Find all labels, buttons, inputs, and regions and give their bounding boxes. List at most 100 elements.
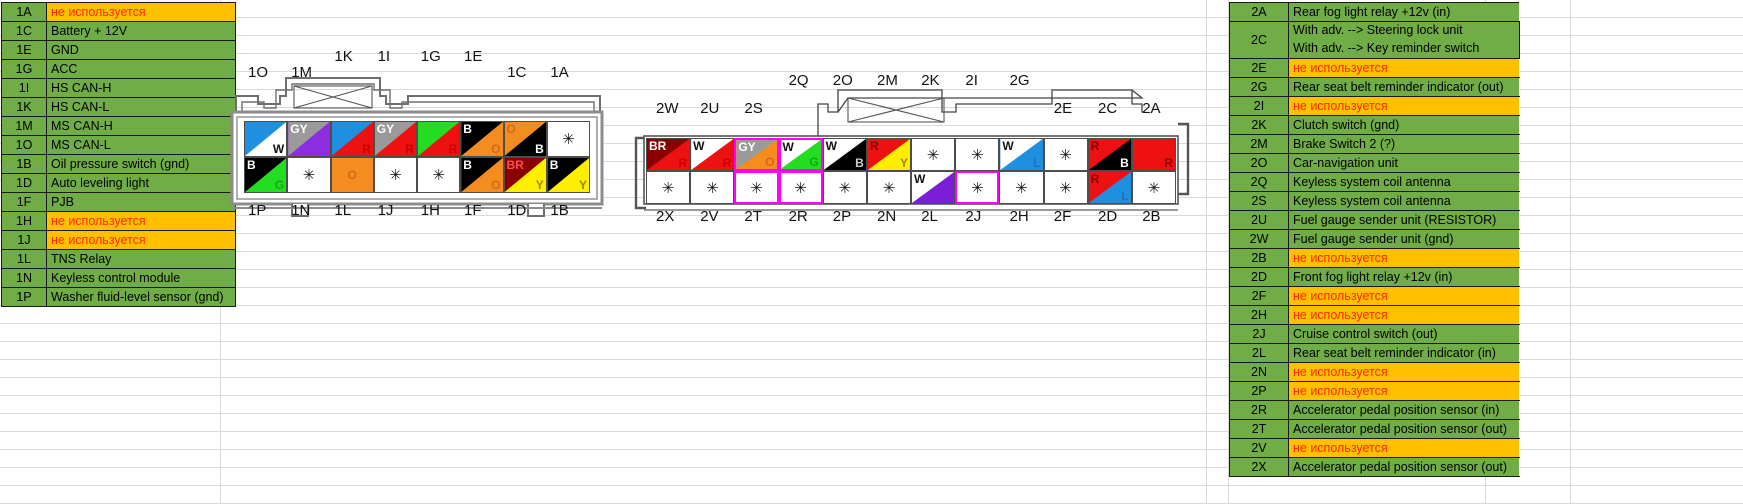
wire-color-code: W — [272, 142, 285, 156]
pin-description-cell: Oil pressure switch (gnd) — [46, 154, 236, 174]
connector-2-top-pin-row: BR R W R GY O W G W B R Y ✳ ✳ W L ✳ R B R — [646, 138, 1176, 171]
pin-description-cell: Rear fog light relay +12v (in) — [1288, 2, 1520, 22]
pin-description-cell: HS CAN-L — [46, 97, 236, 117]
table-row: 2G Rear seat belt reminder indicator (out… — [1229, 77, 1520, 97]
wire-pin-cell: WR — [690, 138, 735, 171]
pin-description-cell: не используется — [46, 230, 236, 250]
wire-color-code: W — [782, 140, 794, 154]
pin-number-label: 1P — [248, 202, 267, 219]
table-row: 1L TNS Relay — [1, 249, 236, 269]
wire-pin-cell: BO — [460, 157, 504, 193]
pin-description-cell: Rear seat belt reminder indicator (out) — [1288, 77, 1520, 97]
wire-color-code: Y — [535, 178, 544, 192]
pin-description-cell: Front fog light relay +12v (in) — [1288, 267, 1520, 287]
wire-color-code: GY — [290, 122, 308, 136]
wire-pin-cell: ✳ — [1043, 171, 1088, 204]
pin-description-cell: ACC — [46, 59, 236, 79]
pin-description-cell: Auto leveling light — [46, 173, 236, 193]
wire-color-code: O — [347, 168, 357, 182]
table-row: 1C Battery + 12V — [1, 21, 236, 41]
empty-pin-icon: ✳ — [750, 179, 763, 197]
empty-pin-icon: ✳ — [432, 167, 445, 184]
pin-id-cell: 1A — [1, 2, 47, 22]
table-row: 2L Rear seat belt reminder indicator (in) — [1229, 343, 1520, 363]
pin-id-cell: 2R — [1229, 400, 1289, 420]
pin-id-cell: 2J — [1229, 324, 1289, 344]
wire-color-code: G — [420, 122, 430, 136]
table-row: 1B Oil pressure switch (gnd) — [1, 154, 236, 174]
wire-color-code: R — [405, 142, 414, 156]
pin-id-cell: 1N — [1, 268, 47, 288]
wire-color-code: V — [944, 189, 953, 203]
pin-description-line: With adv. --> Steering lock unit — [1293, 23, 1463, 37]
table-row: 2O Car-navigation unit — [1229, 153, 1520, 173]
pin-id-cell: 2G — [1229, 77, 1289, 97]
wire-color-code: O — [506, 122, 516, 136]
pin-description-cell: With adv. --> Steering lock unit With adv… — [1288, 21, 1520, 59]
wire-pin-cell: ✳ — [1043, 138, 1088, 171]
wire-color-code: BR — [649, 139, 667, 153]
wire-color-code: B — [549, 158, 559, 172]
pin-id-cell: 2Q — [1229, 172, 1289, 192]
table-row: 2W Fuel gauge sender unit (gnd) — [1229, 229, 1520, 249]
pin-id-cell: 2V — [1229, 438, 1289, 458]
wire-pin-cell: ✳ — [866, 171, 911, 204]
wire-pin-cell: WV — [911, 171, 956, 204]
empty-pin-icon: ✳ — [1015, 179, 1028, 197]
wire-color-code: R — [678, 156, 688, 170]
pin-number-label: 2A — [1142, 100, 1161, 117]
table-row: 2C With adv. --> Steering lock unit With a… — [1229, 21, 1520, 59]
wire-pin-cell: GY O — [734, 138, 779, 171]
pin-id-cell: 1K — [1, 97, 47, 117]
table-row: 1M MS CAN-H — [1, 116, 236, 136]
pin-number-label: 2I — [965, 72, 978, 89]
pin-description-cell: Rear seat belt reminder indicator (in) — [1288, 343, 1520, 363]
table-row: 2K Clutch switch (gnd) — [1229, 115, 1520, 135]
pin-number-label: 2C — [1098, 100, 1118, 117]
wire-pin-cell: ✳ — [287, 157, 331, 193]
table-row: 1D Auto leveling light — [1, 173, 236, 193]
empty-pin-icon: ✳ — [794, 179, 807, 197]
wire-pin-cell: ✳ — [955, 138, 1000, 171]
wire-pin-cell: ✳ — [999, 171, 1044, 204]
pin-id-cell: 1C — [1, 21, 47, 41]
wire-pin-cell: ✳ — [546, 121, 590, 157]
table-row: 2X Accelerator pedal position sensor (out… — [1229, 457, 1520, 477]
table-row: 1K HS CAN-L — [1, 97, 236, 117]
pin-number-label: 1J — [377, 202, 394, 219]
wire-color-code: GY — [376, 122, 395, 136]
wire-pin-cell: ✳ — [646, 171, 691, 204]
pin-description-cell: не используется — [46, 2, 236, 22]
pin-id-cell: 2W — [1229, 229, 1289, 249]
pin-number-label: 1K — [334, 48, 353, 65]
pin-number-label: 1F — [464, 202, 482, 219]
pin-description-cell: не используется — [1288, 438, 1520, 458]
pin-description-cell: не используется — [1288, 362, 1520, 382]
empty-pin-icon: ✳ — [970, 146, 984, 164]
empty-pin-icon: ✳ — [389, 167, 402, 184]
pin-number-label: 1I — [377, 48, 391, 65]
pin-id-cell: 1J — [1, 230, 47, 250]
pin-number-label: 1L — [334, 202, 352, 219]
pin-description-cell: Keyless control module — [46, 268, 236, 288]
pin-id-cell: 2S — [1229, 191, 1289, 211]
wire-pin-cell: O — [330, 157, 374, 193]
connector-2-diagram: BR R W R GY O W G W B R Y ✳ ✳ W L ✳ R B R ✳ ✳ ✳ ✳ ✳ ✳ W V ✳ ✳ ✳ R L ✳ 2W… — [632, 62, 1192, 230]
wire-color-code: L — [1033, 156, 1041, 170]
pin-id-cell: 1M — [1, 116, 47, 136]
pin-number-label: 2Q — [788, 72, 809, 89]
pin-id-cell: 2C — [1229, 21, 1289, 59]
wire-color-code: B — [535, 142, 544, 156]
wire-color-code: L — [247, 122, 255, 136]
pin-number-label: 1M — [291, 64, 313, 81]
wire-color-code: GY — [738, 140, 756, 154]
pin-number-label: 1B — [550, 202, 569, 219]
wire-color-code: L — [333, 122, 341, 136]
pin-number-label: 2E — [1053, 100, 1073, 117]
pin-id-cell: 1P — [1, 287, 47, 307]
pin-number-label: 2L — [921, 208, 938, 225]
table-row: 1J не используется — [1, 230, 236, 250]
pin-number-label: 2M — [877, 72, 898, 89]
pin-number-label: 1O — [248, 64, 269, 81]
pin-id-cell: 1I — [1, 78, 47, 98]
